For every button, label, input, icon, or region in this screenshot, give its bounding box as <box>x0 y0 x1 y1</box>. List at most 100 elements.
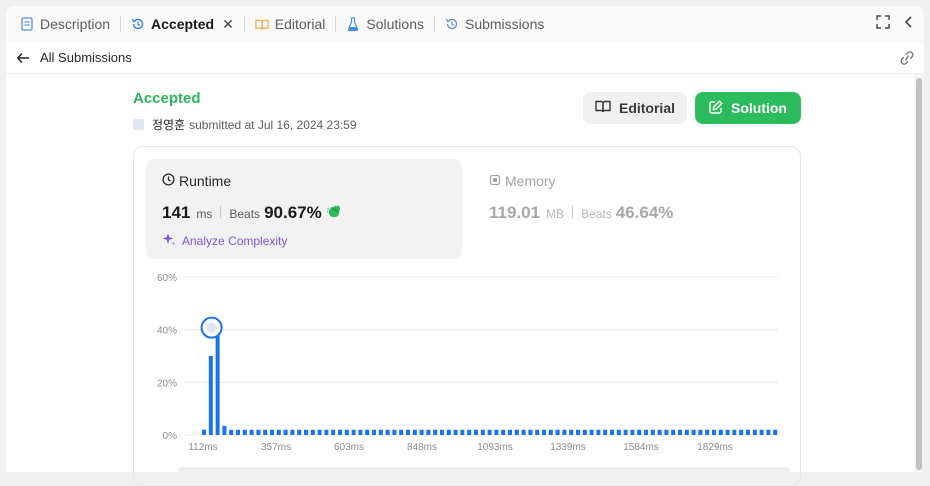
chart-bar[interactable] <box>616 429 621 435</box>
chart-bar[interactable] <box>283 429 288 435</box>
chart-bar[interactable] <box>644 429 648 435</box>
chart-bar[interactable] <box>372 429 376 435</box>
chart-bar[interactable] <box>324 429 329 435</box>
chart-bar[interactable] <box>725 429 730 435</box>
all-submissions-link[interactable]: All Submissions <box>6 42 924 74</box>
chart-bar[interactable] <box>222 425 227 435</box>
chart-bar[interactable] <box>378 429 383 435</box>
chart-bar[interactable] <box>412 429 417 435</box>
scrollbar-thumb[interactable] <box>916 78 922 470</box>
chart-bar[interactable] <box>215 329 220 435</box>
chart-bar[interactable] <box>480 429 485 435</box>
chart-bar[interactable] <box>399 429 404 435</box>
chart-bar[interactable] <box>467 429 472 435</box>
tab-accepted[interactable]: Accepted ✕ <box>125 6 240 42</box>
chart-bar[interactable] <box>508 429 512 435</box>
tab-description[interactable]: Description <box>14 6 116 42</box>
chart-bar[interactable] <box>446 429 451 435</box>
chart-bar[interactable] <box>562 429 567 435</box>
chart-bar[interactable] <box>426 429 431 435</box>
chart-bar[interactable] <box>358 429 363 435</box>
chart-bar[interactable] <box>637 429 642 435</box>
chart-bar[interactable] <box>514 429 519 435</box>
chart-bar[interactable] <box>419 429 424 435</box>
chart-bar[interactable] <box>276 429 281 435</box>
chart-bar[interactable] <box>596 429 601 435</box>
chart-bar[interactable] <box>630 429 635 435</box>
chart-bar[interactable] <box>440 429 444 435</box>
chart-bar[interactable] <box>297 429 302 435</box>
chart-bar[interactable] <box>385 429 390 435</box>
chart-bar[interactable] <box>317 429 322 435</box>
chart-bar[interactable] <box>589 429 594 435</box>
chart-bar[interactable] <box>759 429 764 435</box>
chart-bar[interactable] <box>773 429 778 435</box>
close-icon[interactable]: ✕ <box>222 16 234 33</box>
chart-bar[interactable] <box>236 429 240 435</box>
chart-bar[interactable] <box>304 429 308 435</box>
tab-submissions[interactable]: Submissions <box>439 6 550 42</box>
chart-bar[interactable] <box>270 429 274 435</box>
chart-bar[interactable] <box>256 429 261 435</box>
chart-bar[interactable] <box>752 429 757 435</box>
link-icon[interactable] <box>898 50 916 71</box>
chart-bar[interactable] <box>208 356 213 435</box>
chart-bar[interactable] <box>392 429 397 435</box>
chart-bar[interactable] <box>542 429 546 435</box>
chart-bar[interactable] <box>290 429 295 435</box>
chart-bar[interactable] <box>249 429 254 435</box>
chart-bar[interactable] <box>746 429 750 435</box>
chart-bar[interactable] <box>351 429 356 435</box>
chart-bar[interactable] <box>657 429 662 435</box>
chevron-left-icon[interactable] <box>904 15 914 34</box>
chart-bar[interactable] <box>229 429 234 435</box>
chart-bar[interactable] <box>684 429 689 435</box>
chart-bar[interactable] <box>623 429 628 435</box>
chart-bar[interactable] <box>650 429 655 435</box>
chart-bar[interactable] <box>718 429 723 435</box>
chart-bar[interactable] <box>610 429 614 435</box>
chart-bar[interactable] <box>433 429 438 435</box>
chart-bar[interactable] <box>671 429 676 435</box>
chart-bar[interactable] <box>603 429 608 435</box>
chart-bar[interactable] <box>460 429 465 435</box>
chart-bar[interactable] <box>705 429 710 435</box>
chart-bar[interactable] <box>338 429 342 435</box>
chart-bar[interactable] <box>310 429 315 435</box>
chart-bar[interactable] <box>263 429 268 435</box>
chart-bar[interactable] <box>474 429 478 435</box>
runtime-distribution-chart[interactable]: 60% 40% 20% 0% 112ms 357ms 603ms 848ms 1093ms 133… <box>134 147 802 467</box>
chart-bar[interactable] <box>365 429 370 435</box>
chart-bar[interactable] <box>739 429 744 435</box>
chart-bar[interactable] <box>406 429 410 435</box>
chart-bar[interactable] <box>501 429 506 435</box>
chart-bar[interactable] <box>569 429 574 435</box>
chart-range-bar[interactable] <box>178 467 790 475</box>
chart-bar[interactable] <box>494 429 499 435</box>
chart-bar[interactable] <box>678 429 682 435</box>
fullscreen-icon[interactable] <box>876 14 890 34</box>
chart-bar[interactable] <box>202 429 206 435</box>
tab-solutions[interactable]: Solutions <box>340 6 430 42</box>
chart-bar[interactable] <box>664 429 669 435</box>
solution-button[interactable]: Solution <box>695 92 801 124</box>
chart-bar[interactable] <box>344 429 349 435</box>
chart-bar[interactable] <box>487 429 492 435</box>
chart-bar[interactable] <box>528 429 533 435</box>
chart-bar[interactable] <box>582 429 587 435</box>
chart-bar[interactable] <box>732 429 737 435</box>
chart-bar[interactable] <box>712 429 716 435</box>
username[interactable]: 정영훈 <box>152 116 185 133</box>
chart-bar[interactable] <box>535 429 540 435</box>
chart-bar[interactable] <box>576 429 580 435</box>
avatar[interactable] <box>133 119 144 130</box>
chart-bar[interactable] <box>453 429 458 435</box>
chart-bar[interactable] <box>698 429 703 435</box>
chart-bar[interactable] <box>331 429 336 435</box>
tab-editorial[interactable]: Editorial <box>249 6 332 42</box>
chart-bar[interactable] <box>555 429 560 435</box>
editorial-button[interactable]: Editorial <box>583 92 687 124</box>
chart-bar[interactable] <box>521 429 526 435</box>
chart-bar[interactable] <box>691 429 696 435</box>
chart-bar[interactable] <box>766 429 771 435</box>
